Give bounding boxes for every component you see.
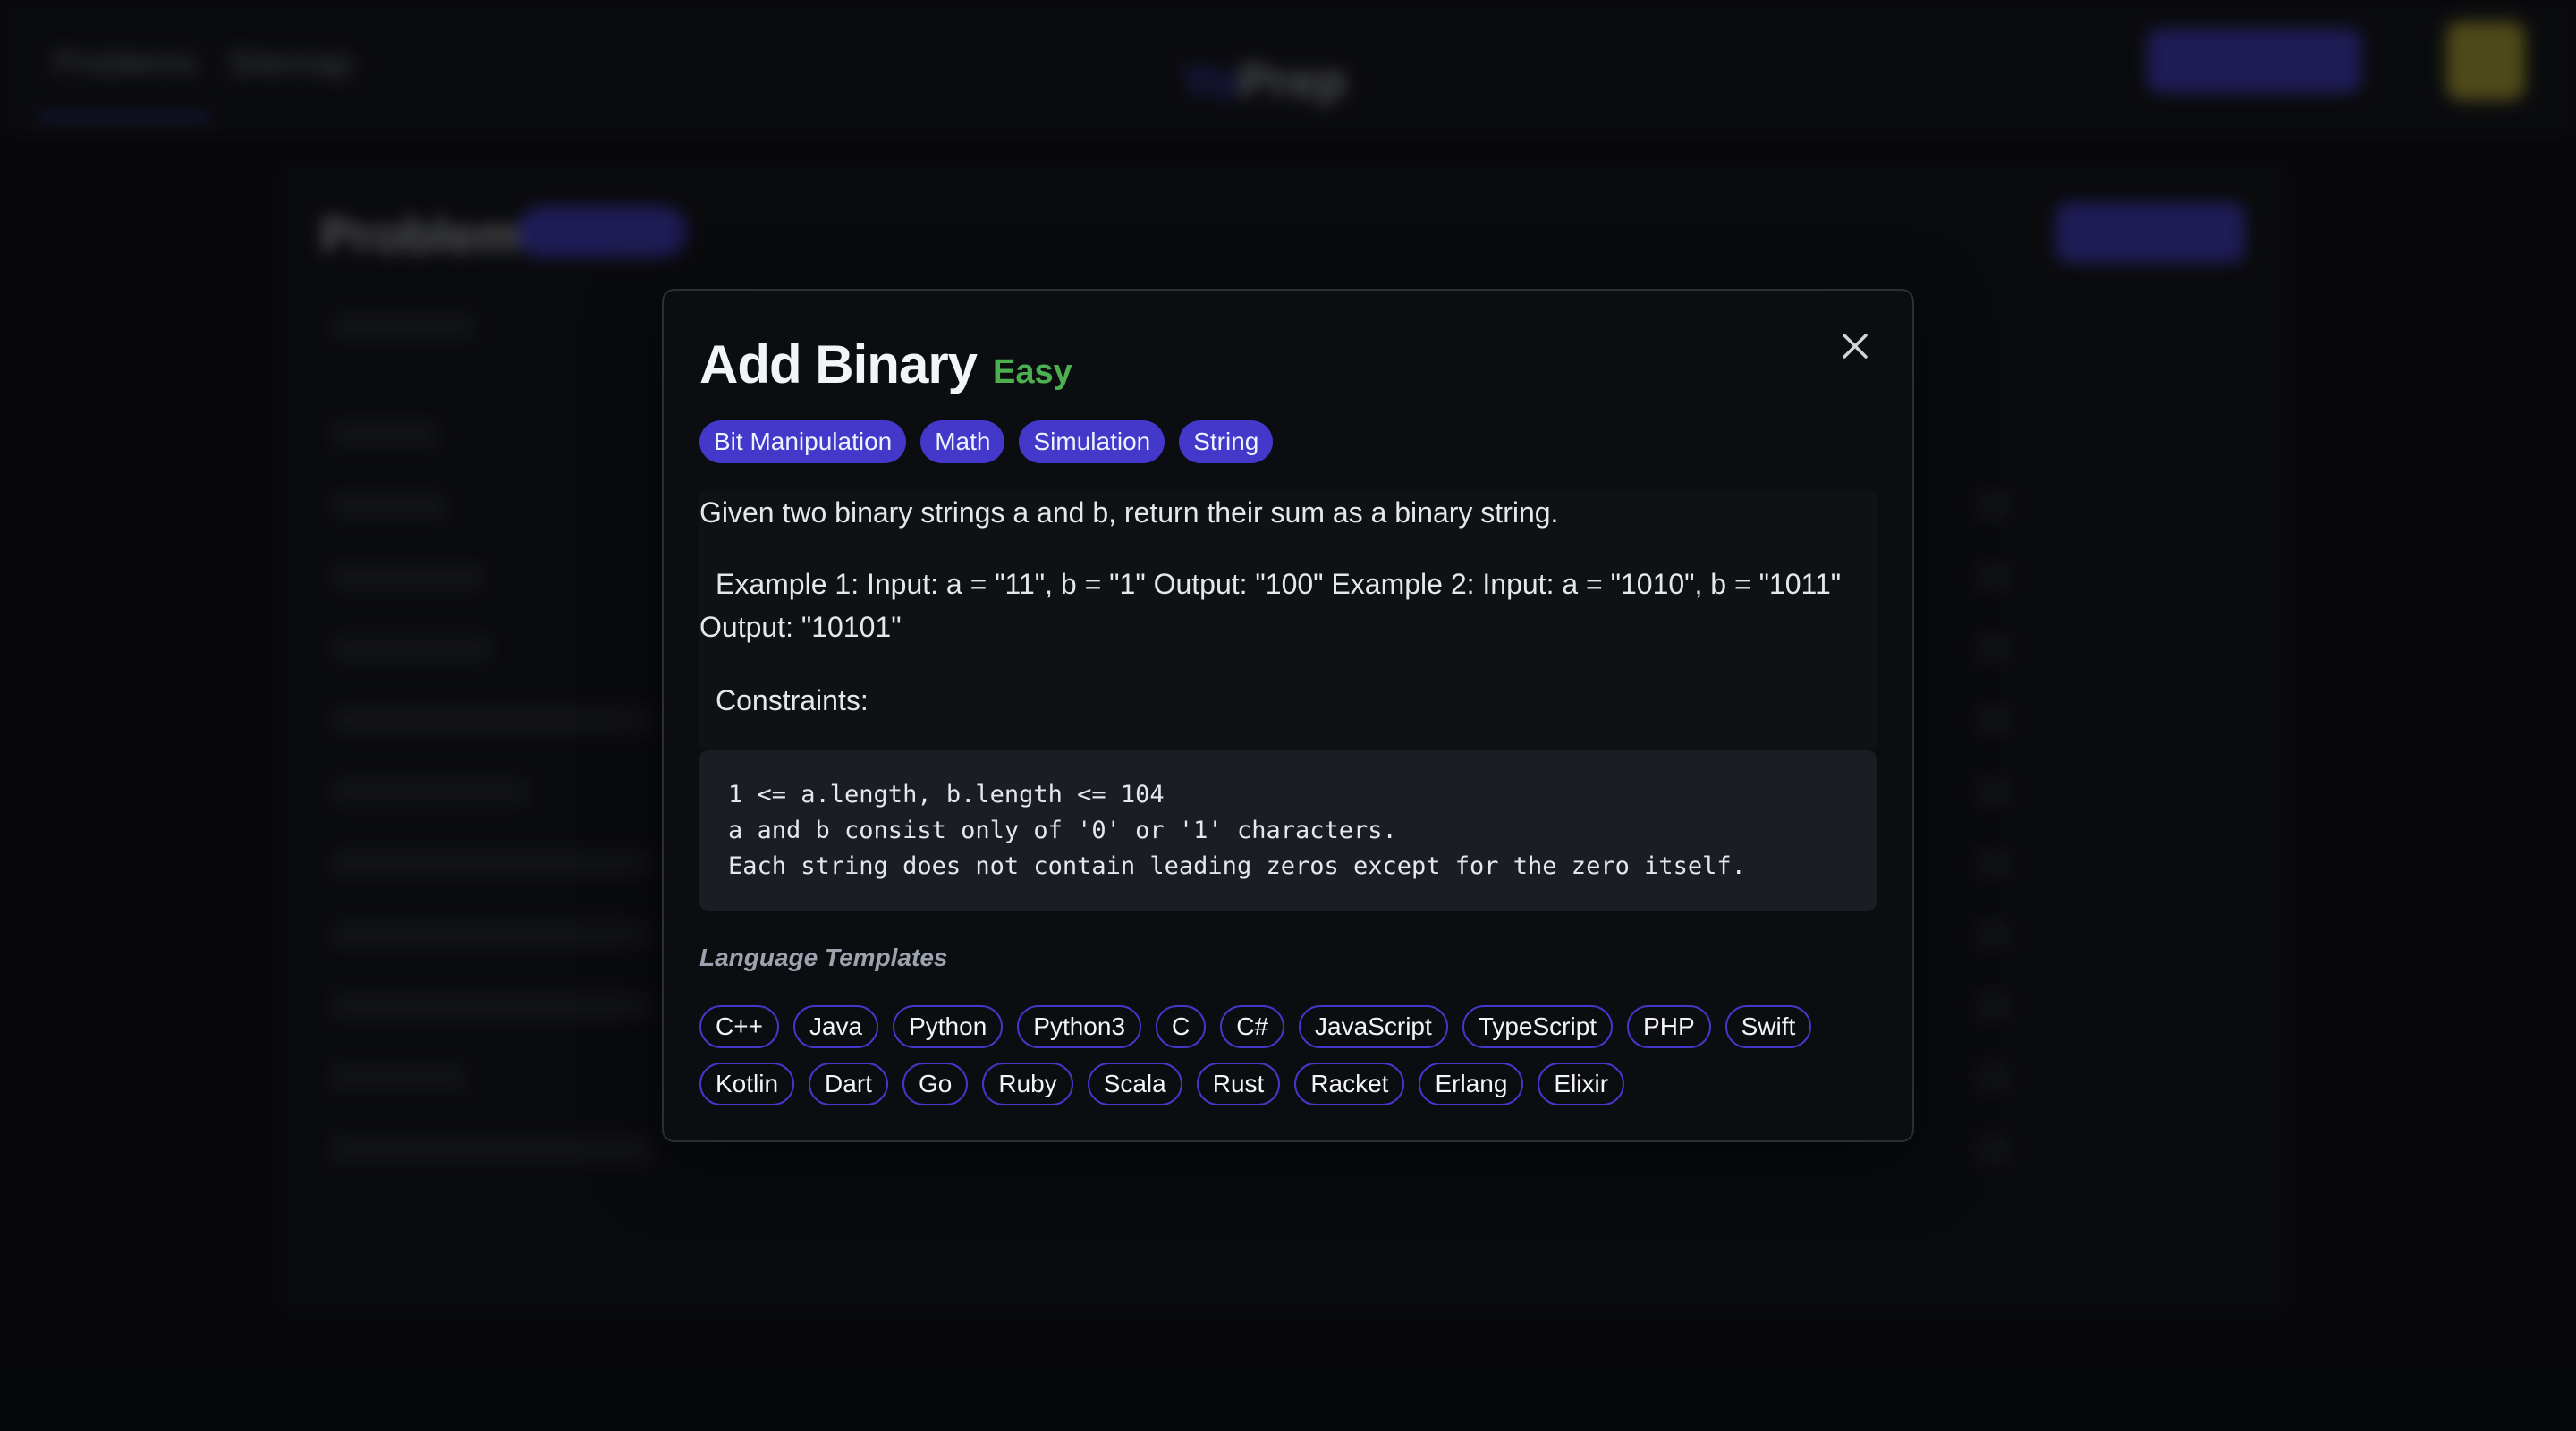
lang-java[interactable]: Java — [792, 1005, 879, 1048]
language-list-row-2: Kotlin Dart Go Ruby Scala Rust Racket Er… — [699, 1063, 1625, 1105]
lang-ruby[interactable]: Ruby — [982, 1063, 1073, 1105]
lang-c[interactable]: C — [1156, 1005, 1207, 1048]
constraints-label: Constraints: — [716, 684, 869, 716]
language-list-row-1: C++ Java Python Python3 C C# JavaScript … — [699, 1005, 1812, 1048]
close-button[interactable] — [1837, 328, 1873, 364]
title-row: Add Binary Easy — [699, 334, 1072, 395]
description-examples: Example 1: Input: a = "11", b = "1" Outp… — [699, 568, 1842, 643]
language-templates-heading: Language Templates — [699, 944, 948, 971]
difficulty-badge: Easy — [993, 353, 1072, 391]
tag-simulation[interactable]: Simulation — [1019, 420, 1165, 463]
problem-description: Given two binary strings a and b, return… — [699, 491, 1877, 750]
constraint-line: a and b consist only of '0' or '1' chara… — [728, 817, 1397, 844]
description-intro: Given two binary strings a and b, return… — [699, 496, 1559, 529]
constraint-line: 1 <= a.length, b.length <= 104 — [728, 781, 1165, 809]
lang-go[interactable]: Go — [902, 1063, 969, 1105]
tag-string[interactable]: String — [1179, 420, 1274, 463]
lang-swift[interactable]: Swift — [1724, 1005, 1812, 1048]
topic-tags: Bit Manipulation Math Simulation String — [699, 420, 1274, 463]
lang-erlang[interactable]: Erlang — [1419, 1063, 1524, 1105]
lang-python[interactable]: Python — [893, 1005, 1004, 1048]
lang-javascript[interactable]: JavaScript — [1299, 1005, 1448, 1048]
lang-php[interactable]: PHP — [1627, 1005, 1711, 1048]
lang-racket[interactable]: Racket — [1294, 1063, 1405, 1105]
lang-python3[interactable]: Python3 — [1017, 1005, 1142, 1048]
lang-typescript[interactable]: TypeScript — [1462, 1005, 1614, 1048]
lang-dart[interactable]: Dart — [809, 1063, 888, 1105]
problem-detail-modal: Add Binary Easy Bit Manipulation Math Si… — [662, 289, 1914, 1142]
tag-bit-manipulation[interactable]: Bit Manipulation — [699, 420, 907, 463]
lang-csharp[interactable]: C# — [1220, 1005, 1285, 1048]
lang-cpp[interactable]: C++ — [699, 1005, 779, 1048]
constraint-line: Each string does not contain leading zer… — [728, 852, 1746, 880]
constraints-code-block: 1 <= a.length, b.length <= 104 a and b c… — [699, 750, 1877, 911]
lang-scala[interactable]: Scala — [1087, 1063, 1182, 1105]
close-icon — [1843, 334, 1868, 359]
lang-rust[interactable]: Rust — [1196, 1063, 1281, 1105]
problem-title: Add Binary — [699, 334, 978, 394]
lang-kotlin[interactable]: Kotlin — [699, 1063, 795, 1105]
lang-elixir[interactable]: Elixir — [1538, 1063, 1625, 1105]
tag-math[interactable]: Math — [920, 420, 1005, 463]
